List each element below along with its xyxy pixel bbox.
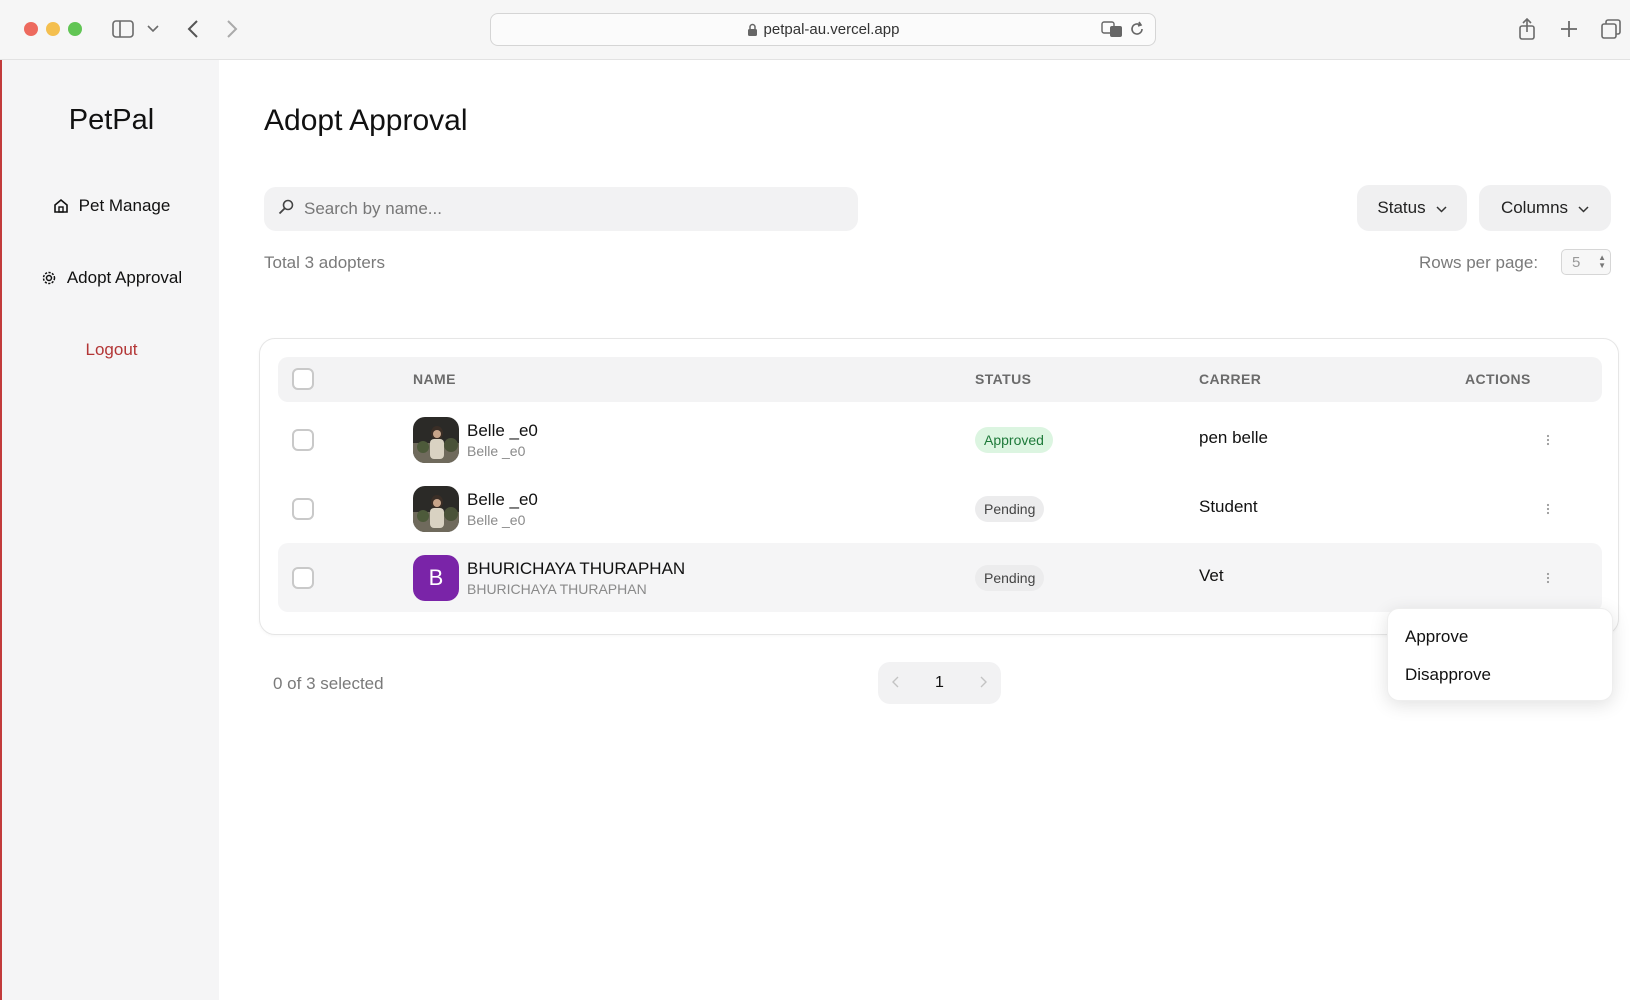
new-tab-icon[interactable] xyxy=(1556,16,1582,42)
status-badge: Pending xyxy=(975,496,1045,522)
row-checkbox[interactable] xyxy=(292,567,314,589)
browser-toolbar: petpal-au.vercel.app xyxy=(0,0,1630,60)
adopter-name: Belle _e0 xyxy=(467,421,538,440)
avatar xyxy=(413,417,459,463)
adopter-username: Belle _e0 xyxy=(467,512,526,528)
columns-button[interactable]: Columns xyxy=(1479,185,1611,231)
home-icon xyxy=(53,198,69,214)
share-icon[interactable] xyxy=(1514,16,1540,42)
rows-per-page-label: Rows per page: xyxy=(1419,253,1539,272)
translate-icon[interactable] xyxy=(1101,20,1123,42)
sidebar-toggle-icon[interactable] xyxy=(110,16,136,42)
chevron-down-icon xyxy=(1436,198,1447,218)
adopter-username: Belle _e0 xyxy=(467,443,526,459)
table-row[interactable]: B BHURICHAYA THURAPHAN BHURICHAYA THURAP… xyxy=(278,543,1602,612)
status-filter-label: Status xyxy=(1377,198,1426,217)
adopter-name: BHURICHAYA THURAPHAN xyxy=(467,559,686,578)
search-input[interactable] xyxy=(304,199,824,219)
chevron-down-icon xyxy=(1578,198,1589,218)
carrer-cell: Student xyxy=(1199,497,1258,516)
carrer-cell: Vet xyxy=(1199,566,1224,585)
url-text: petpal-au.vercel.app xyxy=(763,21,900,38)
address-bar[interactable]: petpal-au.vercel.app xyxy=(490,13,1156,46)
sidebar-item-pet-manage[interactable]: Pet Manage xyxy=(2,196,221,216)
row-actions-menu: Approve Disapprove xyxy=(1387,608,1613,701)
zoom-window-button[interactable] xyxy=(68,22,82,36)
page-number[interactable]: 1 xyxy=(935,674,944,692)
main-content: Adopt Approval Status Columns Total 3 ad… xyxy=(219,60,1630,1000)
column-header-status[interactable]: STATUS xyxy=(975,371,1031,387)
table-header: NAME STATUS CARRER ACTIONS xyxy=(278,357,1602,402)
next-page-icon[interactable] xyxy=(980,675,987,691)
rows-per-page-select[interactable]: 5 ▲ ▼ xyxy=(1561,249,1611,275)
row-checkbox[interactable] xyxy=(292,429,314,451)
approve-menu-item[interactable]: Approve xyxy=(1405,627,1468,647)
status-badge: Pending xyxy=(975,565,1045,591)
avatar: B xyxy=(413,555,459,601)
table-row[interactable]: Belle _e0 Belle _e0 Approved pen belle xyxy=(278,405,1602,474)
more-actions-icon[interactable] xyxy=(1538,427,1558,453)
select-all-checkbox[interactable] xyxy=(292,368,314,390)
status-badge: Approved xyxy=(975,427,1053,453)
selection-count: 0 of 3 selected xyxy=(273,674,384,693)
columns-label: Columns xyxy=(1500,198,1569,217)
status-filter-button[interactable]: Status xyxy=(1357,185,1467,231)
minimize-window-button[interactable] xyxy=(46,22,60,36)
stepper-arrows-icon: ▲ ▼ xyxy=(1598,253,1606,270)
more-actions-icon[interactable] xyxy=(1538,496,1558,522)
disapprove-menu-item[interactable]: Disapprove xyxy=(1405,665,1491,685)
column-header-carrer[interactable]: CARRER xyxy=(1199,371,1261,387)
search-icon xyxy=(278,199,294,220)
logout-link[interactable]: Logout xyxy=(2,340,221,360)
adopter-username: BHURICHAYA THURAPHAN xyxy=(467,581,647,597)
carrer-cell: pen belle xyxy=(1199,428,1269,447)
lock-icon xyxy=(747,23,758,37)
forward-arrow-icon[interactable] xyxy=(219,16,245,42)
adopter-name: Belle _e0 xyxy=(467,490,538,509)
brand-logo: PetPal xyxy=(68,104,155,136)
column-header-actions: ACTIONS xyxy=(1465,371,1531,387)
avatar xyxy=(413,486,459,532)
pagination: 1 xyxy=(878,662,1001,704)
sidebar-item-label: Pet Manage xyxy=(78,196,171,215)
previous-page-icon[interactable] xyxy=(892,675,899,691)
sidebar-item-adopt-approval[interactable]: Adopt Approval xyxy=(2,268,221,288)
search-bar[interactable] xyxy=(264,187,858,231)
total-count: Total 3 adopters xyxy=(264,253,385,272)
reload-icon[interactable] xyxy=(1129,20,1145,42)
close-window-button[interactable] xyxy=(24,22,38,36)
tab-overview-icon[interactable] xyxy=(1598,16,1624,42)
adopters-table: NAME STATUS CARRER ACTIONS Belle _e0 Bel… xyxy=(259,338,1619,635)
column-header-name[interactable]: NAME xyxy=(413,371,456,387)
back-arrow-icon[interactable] xyxy=(180,16,206,42)
sidebar-item-label: Adopt Approval xyxy=(66,268,183,287)
page-title: Adopt Approval xyxy=(264,104,468,137)
gear-icon xyxy=(41,270,57,286)
more-actions-icon[interactable] xyxy=(1538,565,1558,591)
sidebar: PetPal Pet Manage Adopt Approval Logout xyxy=(0,60,219,1000)
table-row[interactable]: Belle _e0 Belle _e0 Pending Student xyxy=(278,474,1602,543)
row-checkbox[interactable] xyxy=(292,498,314,520)
rows-per-page-value: 5 xyxy=(1572,253,1581,271)
chevron-down-icon[interactable] xyxy=(140,16,166,42)
